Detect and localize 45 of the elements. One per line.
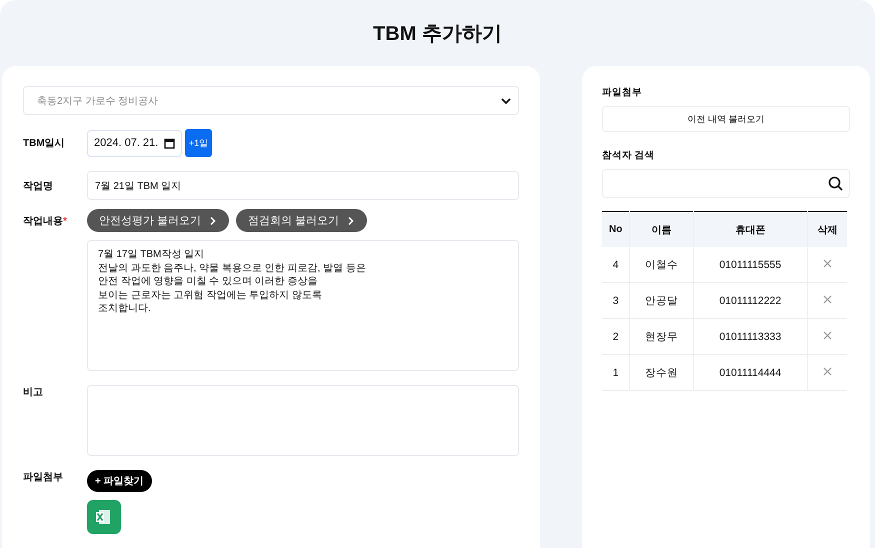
delete-icon[interactable] [822,366,832,376]
table-cell: 01011115555 [693,247,808,282]
field-label: 작업명 [23,180,54,192]
search-icon [828,176,843,191]
table-cell: 장수원 [630,354,694,390]
note-field[interactable] [87,385,519,456]
file-find-button[interactable]: + 파일찾기 [87,470,152,492]
delete-icon[interactable] [822,258,832,268]
calendar-icon [164,138,175,148]
load-button[interactable]: 점검회의 불러오기 [236,209,368,232]
load-button[interactable]: 안전성평가 불러오기 [87,209,230,232]
search-field[interactable] [602,169,850,198]
delete-icon[interactable] [822,330,832,340]
table-cell: 01011112222 [693,282,808,318]
table-cell: 안공달 [630,282,694,318]
section-label: 파일첨부 [602,86,643,99]
table-cell: 4 [602,247,630,282]
table-cell: 현장무 [630,318,694,354]
date-field[interactable]: 2024. 07. 21. [87,130,182,156]
table-cell: 01011113333 [693,318,808,354]
spreadsheet-file-icon[interactable] [87,500,121,534]
table-cell: 이철수 [630,247,694,282]
work-content-field[interactable]: 7월 17일 TBM작성 일지 전날의 과도한 음주나, 약물 복용으로 인한 피로감, 발열 등은 안전 작업에 영향을 미칠 수 있으며 이러한 증상을 보이는 근로자는 고위험 작업에는 투입하지 않도록 조치합니다. [87,240,519,371]
history-button[interactable]: 이전 내역 불러오기 [602,106,850,132]
column-header: No [602,212,630,247]
column-header: 삭제 [807,212,847,247]
table-cell: 1 [602,354,630,390]
work-name-field[interactable]: 7월 21일 TBM 일지 [87,171,519,200]
section-label: 참석자 검색 [602,149,656,162]
table-cell: 2 [602,318,630,354]
page-title: TBM 추가하기 [372,22,503,47]
plus-day-button[interactable]: +1일 [185,129,212,157]
delete-icon[interactable] [822,294,832,304]
table-cell: 01011114444 [693,354,808,390]
site-select[interactable]: 축동2지구 가로수 정비공사 [23,86,519,115]
field-label: 작업내용* [23,215,68,228]
field-label: 비고 [23,386,44,399]
field-label: TBM일시 [23,137,66,150]
chevron-right-icon [347,216,356,226]
column-header: 휴대폰 [693,212,808,247]
column-header: 이름 [630,212,694,247]
chevron-right-icon [209,216,218,226]
chevron-down-icon [500,96,512,104]
field-label: 파일첨부 [23,471,64,484]
table-cell: 3 [602,282,630,318]
